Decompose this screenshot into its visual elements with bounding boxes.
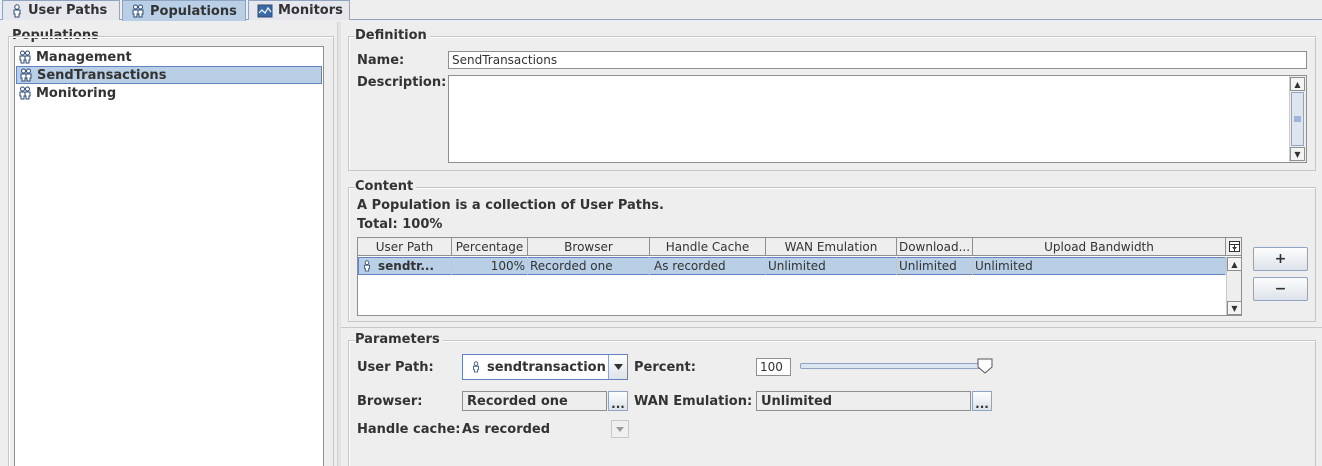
column-header-browser[interactable]: Browser	[528, 238, 650, 256]
name-field[interactable]	[448, 51, 1307, 69]
user-icon	[11, 3, 23, 18]
user-path-label: User Path:	[357, 360, 434, 375]
column-header-percentage[interactable]: Percentage	[452, 238, 528, 256]
section-divider	[341, 327, 1322, 328]
handle-cache-value[interactable]: As recorded	[462, 422, 550, 437]
populations-list[interactable]: Management SendTransactions Monitoring	[14, 46, 324, 466]
population-icon	[18, 86, 32, 100]
list-item-label: Management	[36, 49, 132, 65]
content-table[interactable]: User Path Percentage Browser Handle Cach…	[357, 237, 1242, 316]
scroll-down-icon[interactable]: ▼	[1227, 301, 1241, 315]
wan-emulation-options-button[interactable]: ...	[972, 391, 992, 411]
user-icon	[362, 259, 372, 273]
column-header-wan-emulation[interactable]: WAN Emulation	[766, 238, 897, 256]
list-item[interactable]: SendTransactions	[16, 66, 322, 84]
percent-slider-track[interactable]	[800, 363, 987, 369]
column-chooser-icon[interactable]	[1226, 238, 1241, 256]
column-header-upload-bandwidth[interactable]: Upload Bandwidth	[973, 238, 1226, 256]
column-header-handle-cache[interactable]: Handle Cache	[650, 238, 766, 256]
content-total: Total: 100%	[357, 217, 443, 232]
description-text	[449, 76, 1306, 80]
table-cell-upload-bandwidth[interactable]: Unlimited	[973, 257, 1226, 275]
monitor-icon	[257, 4, 273, 18]
tab-populations[interactable]: Populations	[122, 0, 246, 21]
browser-options-button[interactable]: ...	[608, 391, 628, 411]
browser-field[interactable]: Recorded one	[462, 391, 607, 411]
remove-user-path-button[interactable]: −	[1253, 277, 1308, 301]
description-label: Description:	[357, 75, 447, 90]
scroll-up-icon[interactable]: ▲	[1290, 77, 1305, 91]
wan-emulation-field[interactable]: Unlimited	[756, 391, 971, 411]
table-cell-user-path[interactable]: sendtr...	[358, 257, 452, 275]
name-label: Name:	[357, 53, 405, 68]
split-divider[interactable]	[337, 22, 341, 466]
user-icon	[471, 360, 481, 374]
percent-field[interactable]	[756, 358, 791, 376]
chevron-down-icon[interactable]	[608, 355, 627, 379]
population-icon	[18, 50, 32, 64]
column-header-user-path[interactable]: User Path	[358, 238, 452, 256]
population-icon	[19, 68, 33, 82]
list-item-label: Monitoring	[36, 85, 117, 101]
handle-cache-label: Handle cache:	[357, 422, 461, 437]
scroll-up-icon[interactable]: ▲	[1227, 257, 1241, 271]
tab-label: User Paths	[28, 3, 108, 18]
description-scrollbar[interactable]: ▲ ▼	[1289, 76, 1306, 162]
table-cell-handle-cache[interactable]: As recorded	[650, 257, 766, 275]
parameters-title: Parameters	[355, 332, 443, 347]
browser-label: Browser:	[357, 394, 423, 409]
definition-title: Definition	[355, 28, 430, 43]
list-item[interactable]: Management	[16, 48, 322, 66]
add-user-path-button[interactable]: +	[1253, 247, 1308, 271]
column-header-download[interactable]: Download...	[897, 238, 973, 256]
tab-monitors[interactable]: Monitors	[248, 0, 350, 20]
tab-label: Populations	[150, 3, 237, 19]
table-cell-percentage[interactable]: 100%	[452, 257, 528, 275]
content-description: A Population is a collection of User Pat…	[357, 198, 664, 213]
percent-label: Percent:	[634, 360, 696, 375]
table-cell-browser[interactable]: Recorded one	[528, 257, 650, 275]
table-scrollbar[interactable]: ▲ ▼	[1226, 257, 1241, 315]
wan-emulation-label: WAN Emulation:	[634, 394, 753, 409]
scroll-down-icon[interactable]: ▼	[1290, 147, 1305, 161]
user-path-select[interactable]: sendtransaction	[462, 354, 628, 380]
list-item[interactable]: Monitoring	[16, 84, 322, 102]
percent-slider-thumb[interactable]	[977, 358, 993, 378]
content-title: Content	[355, 179, 417, 194]
tab-label: Monitors	[278, 3, 343, 18]
user-path-value: sendtransaction	[487, 359, 606, 375]
chevron-down-icon[interactable]	[611, 420, 629, 438]
table-cell-wan-emulation[interactable]: Unlimited	[766, 257, 897, 275]
scroll-thumb[interactable]	[1291, 92, 1304, 146]
population-icon	[131, 4, 145, 18]
table-cell-download[interactable]: Unlimited	[897, 257, 973, 275]
tab-user-paths[interactable]: User Paths	[2, 0, 120, 20]
list-item-label: SendTransactions	[37, 67, 167, 83]
description-field[interactable]: ▲ ▼	[448, 75, 1307, 163]
